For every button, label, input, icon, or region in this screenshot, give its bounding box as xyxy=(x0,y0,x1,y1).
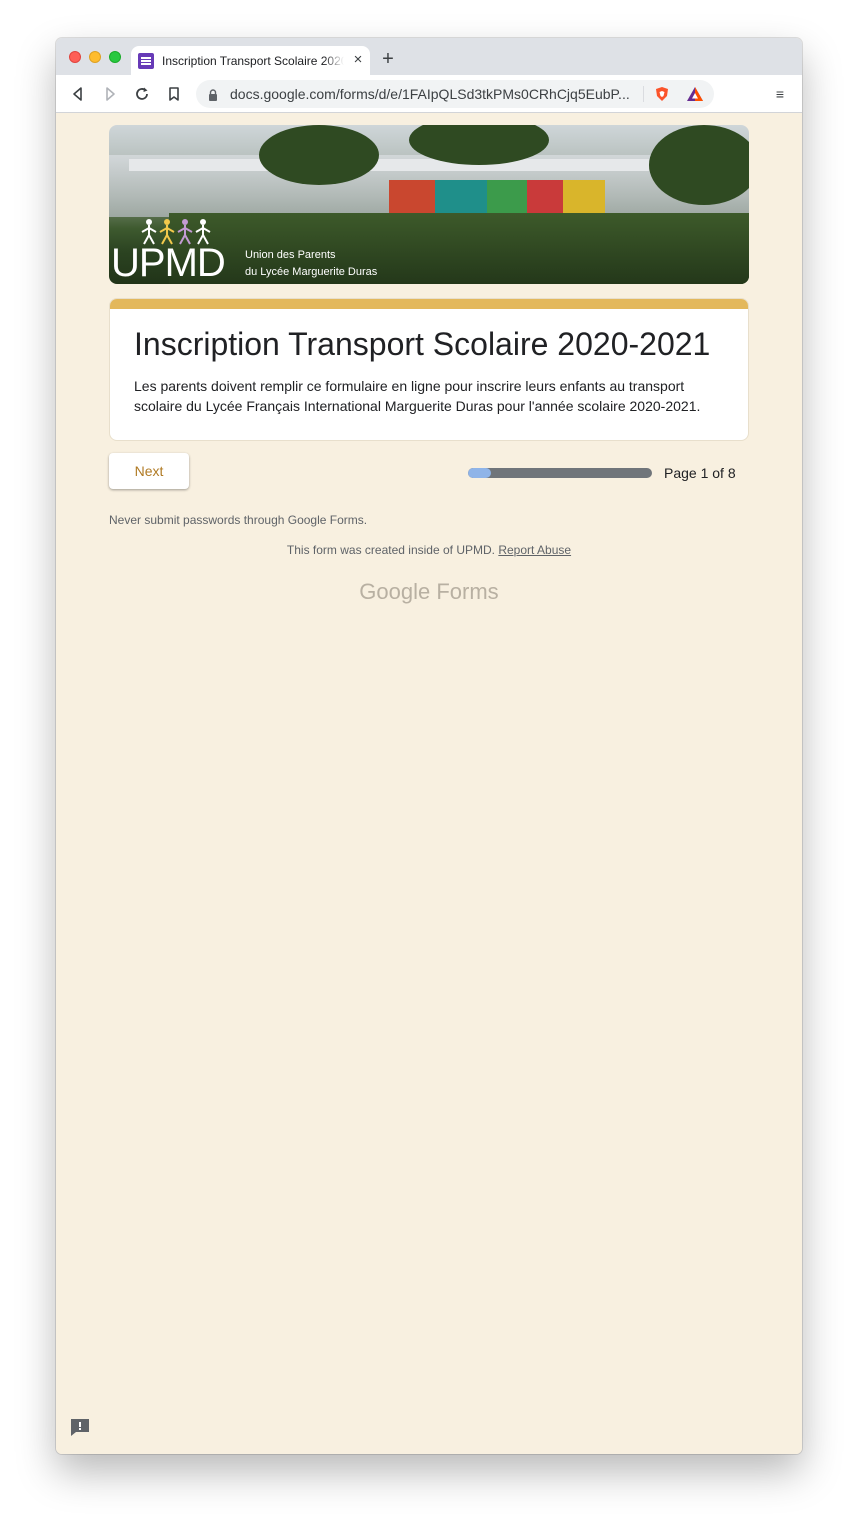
back-icon[interactable] xyxy=(68,84,88,104)
report-abuse-link[interactable]: Report Abuse xyxy=(498,543,571,557)
form-title-card: Inscription Transport Scolaire 2020-2021… xyxy=(109,298,749,441)
header-panel xyxy=(527,180,563,215)
created-notice: This form was created inside of UPMD. Re… xyxy=(56,543,802,557)
progress-fill xyxy=(468,468,491,478)
address-bar[interactable]: docs.google.com/forms/d/e/1FAIpQLSd3tkPM… xyxy=(196,80,714,108)
header-tree xyxy=(259,125,379,185)
tab-strip: Inscription Transport Scolaire 2020-2021… xyxy=(56,38,802,75)
page-indicator: Page 1 of 8 xyxy=(664,465,736,481)
bookmark-icon[interactable] xyxy=(164,84,184,104)
form-description: Les parents doivent remplir ce formulair… xyxy=(134,378,701,414)
tab-close-icon[interactable]: × xyxy=(350,52,366,68)
header-roof xyxy=(129,159,649,171)
brave-shield-icon[interactable] xyxy=(654,86,670,102)
form-page: UPMD Union des Parents du Lycée Margueri… xyxy=(56,113,802,1454)
created-text: This form was created inside of UPMD. xyxy=(286,543,495,557)
header-panel xyxy=(487,180,527,215)
logo-text: UPMD xyxy=(111,241,226,284)
omnibox-separator xyxy=(643,86,644,102)
progress-bar xyxy=(468,468,652,478)
minimize-window-button[interactable] xyxy=(89,51,101,63)
header-panel xyxy=(389,180,435,215)
header-image: UPMD Union des Parents du Lycée Margueri… xyxy=(109,125,749,284)
bat-rewards-icon[interactable] xyxy=(686,86,704,102)
url-text[interactable]: docs.google.com/forms/d/e/1FAIpQLSd3tkPM… xyxy=(230,86,640,102)
browser-tab[interactable]: Inscription Transport Scolaire 2020-2021… xyxy=(131,46,370,75)
logo-subtitle-line1: Union des Parents xyxy=(245,249,336,261)
tab-title: Inscription Transport Scolaire 2020-2021 xyxy=(162,54,344,70)
accent-bar xyxy=(110,299,748,309)
forward-icon[interactable] xyxy=(100,84,120,104)
form-title: Inscription Transport Scolaire 2020-2021 xyxy=(134,326,711,362)
maximize-window-button[interactable] xyxy=(109,51,121,63)
report-icon[interactable] xyxy=(69,1417,91,1437)
google-forms-logo[interactable]: Google Forms xyxy=(56,578,802,606)
menu-icon[interactable]: ≡ xyxy=(770,84,790,104)
google-forms-favicon-icon xyxy=(138,53,154,69)
reload-icon[interactable] xyxy=(132,84,152,104)
lock-icon xyxy=(208,88,218,101)
browser-window: Inscription Transport Scolaire 2020-2021… xyxy=(56,38,802,1454)
password-warning: Never submit passwords through Google Fo… xyxy=(109,513,368,527)
next-button[interactable]: Next xyxy=(109,453,189,489)
logo-subtitle-line2: du Lycée Marguerite Duras xyxy=(245,266,378,278)
close-window-button[interactable] xyxy=(69,51,81,63)
browser-toolbar: docs.google.com/forms/d/e/1FAIpQLSd3tkPM… xyxy=(56,75,802,113)
header-tree xyxy=(649,125,749,205)
header-panel xyxy=(435,180,487,215)
new-tab-button[interactable]: + xyxy=(378,49,398,69)
header-panel xyxy=(563,180,605,215)
